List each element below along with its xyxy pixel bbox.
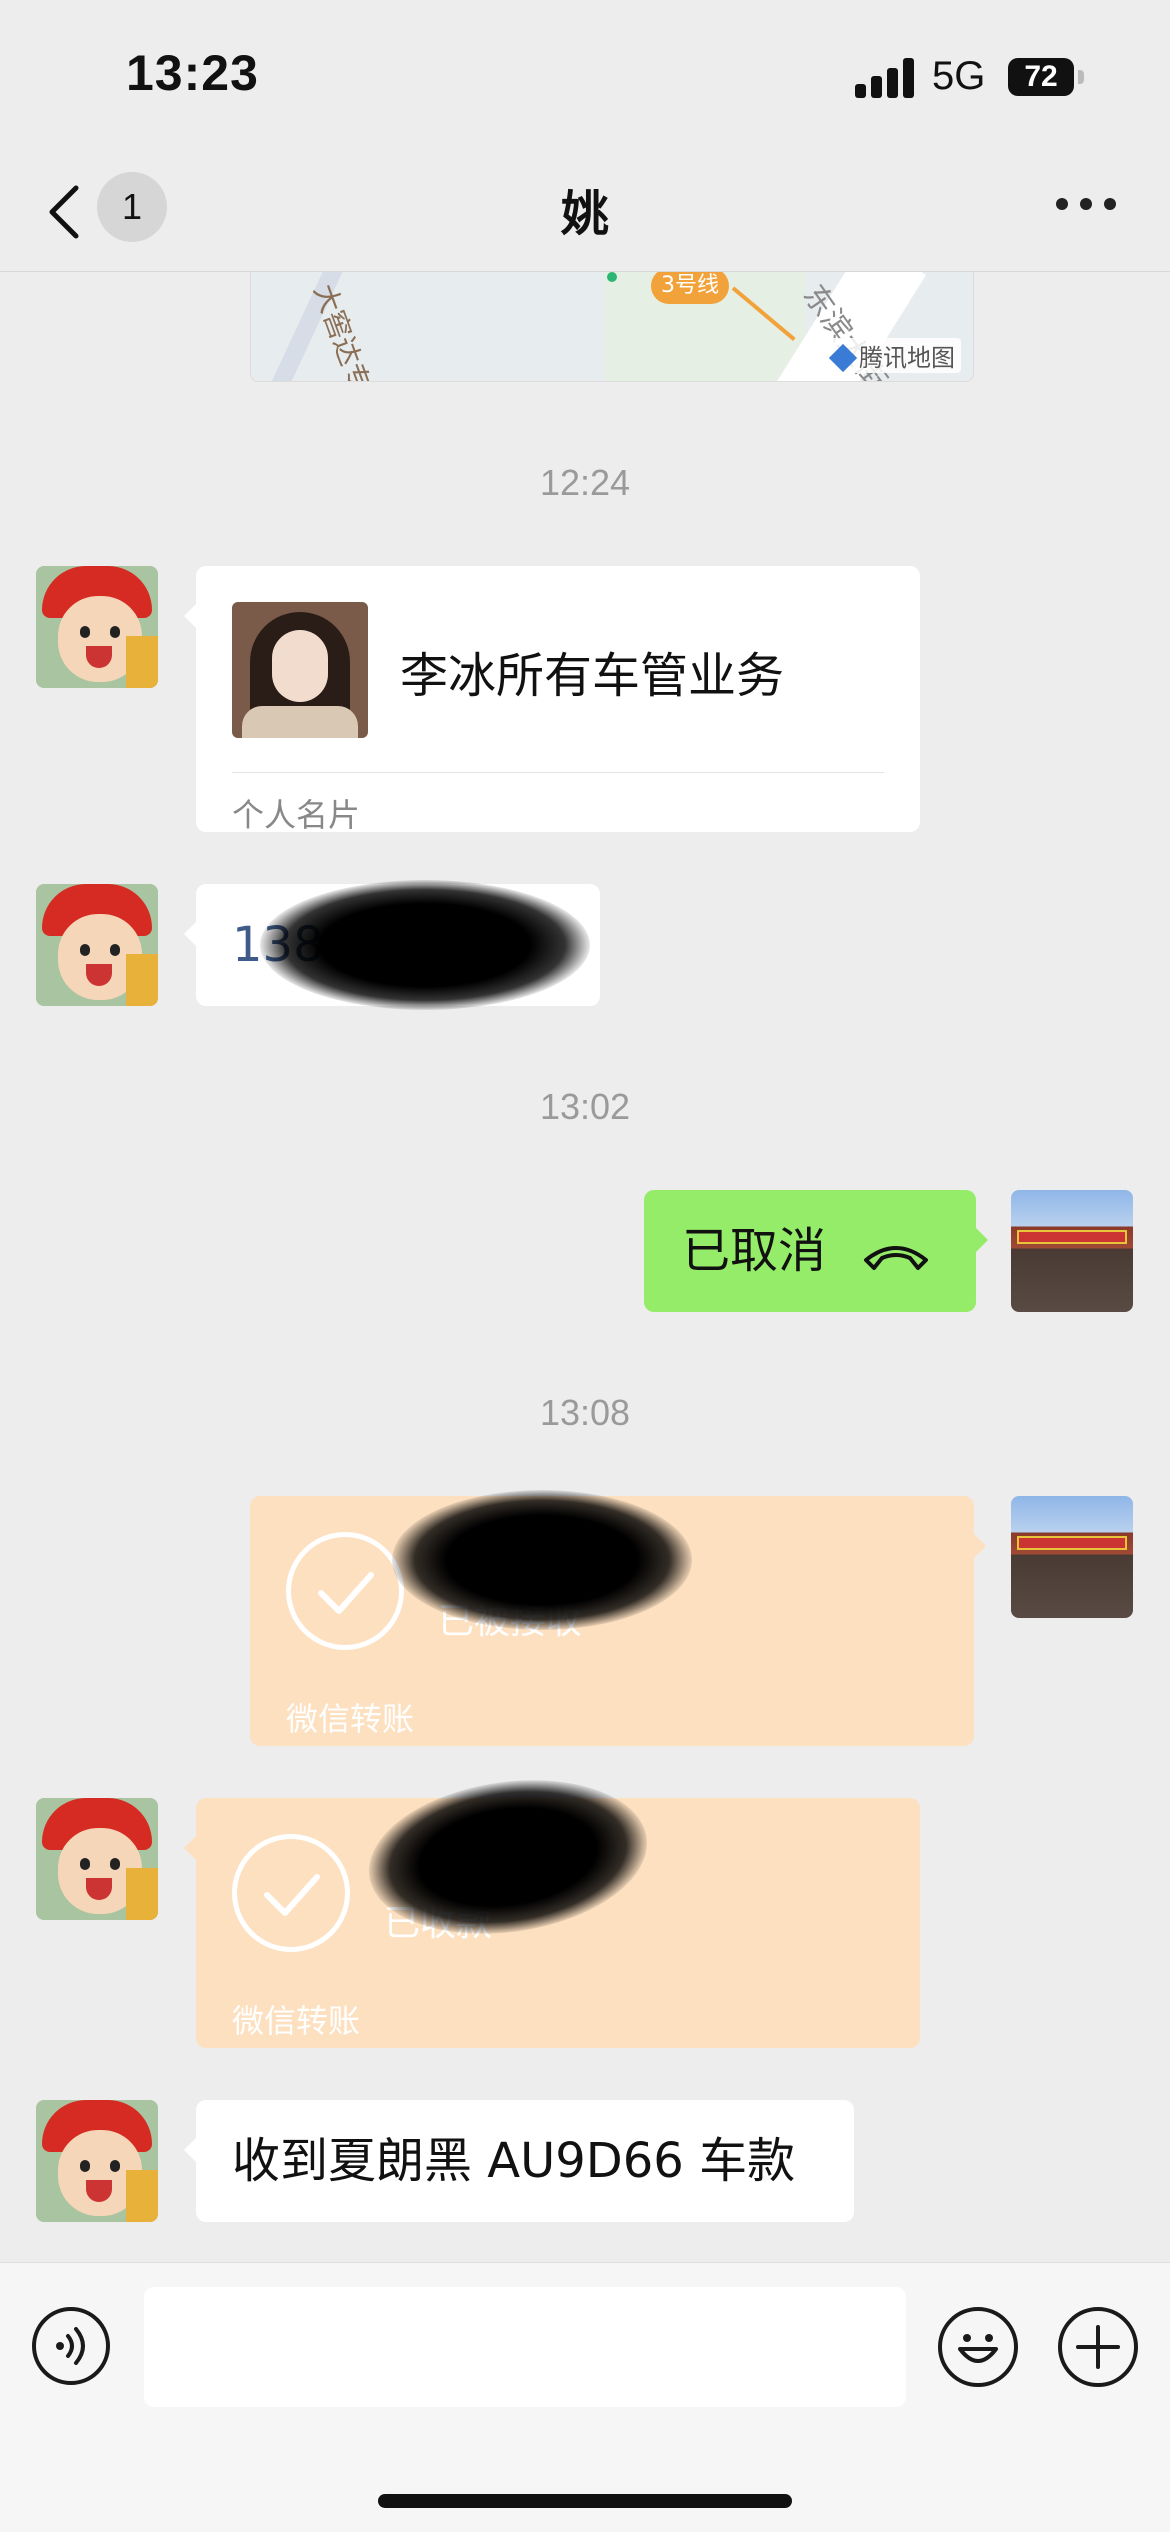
- location-map-card[interactable]: 大窖达专线 东滨大街 3号线 腾讯地图: [250, 272, 974, 382]
- message-timestamp: 12:24: [539, 462, 631, 503]
- avatar[interactable]: [1011, 1496, 1133, 1618]
- battery-tip: [1078, 70, 1084, 84]
- message-input[interactable]: [144, 2287, 906, 2407]
- input-bar: [0, 2262, 1170, 2532]
- call-status-text: 已取消: [682, 1223, 827, 1279]
- emoji-icon[interactable]: [938, 2307, 1018, 2387]
- avatar[interactable]: [1011, 1190, 1133, 1312]
- transfer-label: 微信转账: [232, 2002, 361, 2040]
- message-text: 收到夏朗黑 AU9D66 车款: [232, 2133, 796, 2189]
- contact-card-label: 个人名片: [232, 796, 361, 834]
- divider: [232, 772, 884, 773]
- call-status: 已取消: [644, 1190, 932, 1312]
- call-icon: [864, 1246, 929, 1270]
- avatar[interactable]: [36, 884, 158, 1006]
- status-time: 13:23: [126, 45, 259, 101]
- home-indicator: [378, 2494, 792, 2508]
- chat-header: 1 姚: [0, 150, 1170, 272]
- plus-icon[interactable]: [1058, 2307, 1138, 2387]
- network-type: 5G: [932, 54, 986, 98]
- tencent-map-icon: [828, 343, 858, 373]
- avatar[interactable]: [36, 1798, 158, 1920]
- message-timestamp: 13:02: [539, 1086, 631, 1127]
- check-icon: [232, 1834, 350, 1952]
- redaction-scribble: [260, 880, 590, 1010]
- voice-icon[interactable]: [32, 2307, 110, 2385]
- contact-name: 李冰所有车管业务: [400, 648, 785, 704]
- metro-line-tag: 3号线: [651, 272, 729, 304]
- check-icon: [286, 1532, 404, 1650]
- map-brand-label: 腾讯地图: [859, 344, 955, 372]
- signal-icon: [855, 58, 915, 98]
- more-icon[interactable]: [1056, 198, 1116, 218]
- map-street-label: 大窖达专线: [307, 279, 387, 382]
- contact-card-message[interactable]: 李冰所有车管业务 个人名片: [184, 566, 920, 834]
- avatar[interactable]: [36, 2100, 158, 2222]
- map-brand: 腾讯地图: [827, 338, 961, 373]
- battery-icon: 72: [1008, 58, 1074, 96]
- chat-title: 姚: [560, 186, 609, 242]
- status-bar: 13:23 5G 72: [0, 0, 1170, 150]
- text-message[interactable]: 收到夏朗黑 AU9D66 车款: [184, 2100, 854, 2222]
- map-marker: [607, 272, 617, 282]
- redaction-scribble: [392, 1490, 692, 1630]
- message-timestamp: 13:08: [539, 1392, 631, 1433]
- voice-call-message[interactable]: 已取消: [644, 1190, 988, 1312]
- avatar[interactable]: [36, 566, 158, 688]
- transfer-label: 微信转账: [286, 1700, 415, 1738]
- contact-photo: [232, 602, 368, 738]
